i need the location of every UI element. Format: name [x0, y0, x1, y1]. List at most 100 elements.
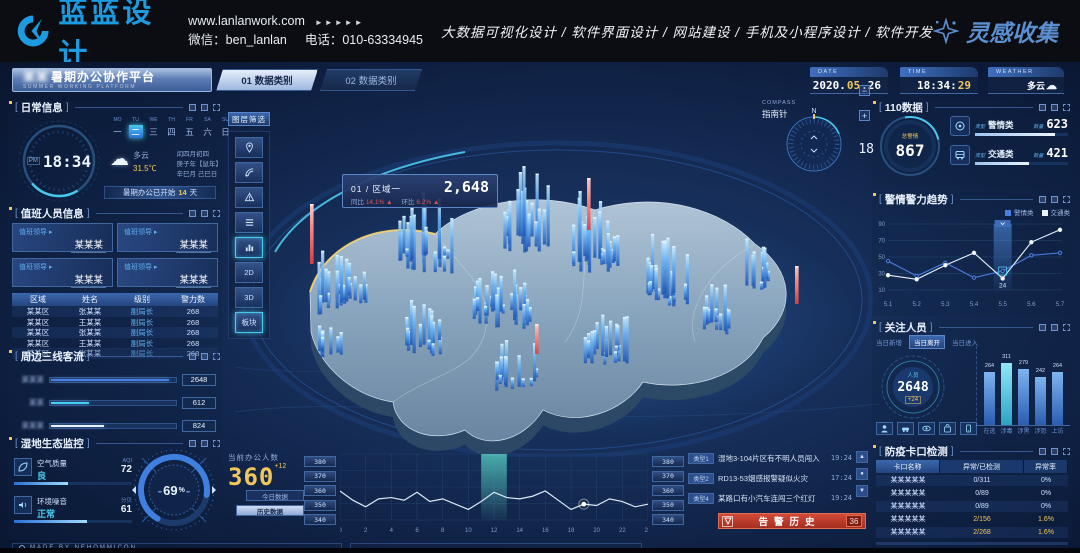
eye-icon[interactable]: [918, 422, 935, 435]
window-icon[interactable]: [201, 440, 208, 447]
scroll-up-icon[interactable]: ▲: [856, 451, 868, 463]
duty-col-header: 姓名: [64, 294, 116, 305]
weather-box: WEATHER 多云☁: [988, 67, 1064, 94]
duty-cell: 某某区: [12, 317, 64, 328]
focus-bar-column: 279涉黑: [1018, 369, 1029, 425]
alert-row[interactable]: 类型2RD13-53烟感报警疑似火灾17:24: [688, 470, 868, 486]
collection-brand[interactable]: 灵感收集: [933, 14, 1080, 48]
car-icon[interactable]: [897, 422, 914, 435]
compass-value: 18: [858, 142, 874, 157]
layer-filter: 图层筛选 2D3D板块: [228, 112, 270, 339]
yaxis-value-box: 340: [652, 514, 684, 525]
contact-info: www.lanlanwork.com►►►►► 微信：ben_lanlan电话：…: [188, 12, 441, 51]
expand-icon[interactable]: [1063, 324, 1070, 331]
collapse-icon[interactable]: [189, 353, 196, 360]
duty-card[interactable]: 值班领导 ▸某某某: [117, 258, 218, 287]
weekday-row: MO一TU二WE三TH四FR五SA六SU日: [110, 117, 233, 138]
layer-button-alarm[interactable]: [235, 187, 263, 208]
layer-button-pin[interactable]: [235, 137, 263, 158]
layer-button-chart[interactable]: [235, 237, 263, 258]
window-icon[interactable]: [201, 210, 208, 217]
collection-label: 灵感收集: [966, 14, 1058, 48]
collapse-icon[interactable]: [1039, 448, 1046, 455]
window-icon[interactable]: [1051, 196, 1058, 203]
collapse-icon[interactable]: [189, 104, 196, 111]
office-count: 当前办公人数 360+12: [228, 452, 302, 491]
corner-tick: [873, 193, 876, 196]
duty-cell: 副局长: [116, 317, 168, 328]
window-icon[interactable]: [1051, 324, 1058, 331]
history-data-button[interactable]: 历史数据: [236, 505, 304, 516]
flow-row: 某某某2648: [14, 373, 216, 386]
weekday-cell[interactable]: SA六: [200, 117, 215, 138]
expand-icon[interactable]: [1063, 196, 1070, 203]
layer-button-2D[interactable]: 2D: [235, 262, 263, 283]
weekday-cell[interactable]: MO一: [110, 117, 125, 138]
collapse-icon[interactable]: [1039, 196, 1046, 203]
zoom-out-button[interactable]: −: [859, 85, 870, 96]
panel-focus-persons: [关注人员] 当日新增当日离开当日进入 人员 2648 +24 264在逃311…: [872, 320, 1072, 440]
focus-bar: [1001, 363, 1012, 425]
alert-history-button[interactable]: 告警历史 36: [718, 513, 866, 529]
duty-card[interactable]: 值班领导 ▸某某某: [12, 223, 113, 252]
collapse-icon[interactable]: [189, 210, 196, 217]
zoom-in-button[interactable]: +: [859, 110, 870, 121]
window-icon[interactable]: [201, 353, 208, 360]
signal-icon: [244, 167, 255, 178]
header-line: [939, 327, 1033, 328]
scroll-down-icon[interactable]: ▼: [856, 485, 868, 497]
expand-icon[interactable]: [213, 440, 220, 447]
alert-text: 某路口有小汽车连闯三个红灯: [718, 493, 827, 504]
tab-data-category-1[interactable]: 01 数据类别: [216, 69, 318, 91]
dashboard: 某某 暑期办公协作平台 SUMMER WORKING PLATFORM 01 数…: [0, 62, 1080, 553]
focus-tab[interactable]: 当日新增: [876, 337, 902, 347]
svg-text:10: 10: [878, 288, 885, 294]
phone-icon[interactable]: [960, 422, 977, 435]
alert-row[interactable]: 类型1湿地3-104片区有不明人员闯入19:24: [688, 450, 868, 466]
window-icon[interactable]: [1051, 104, 1058, 111]
expand-icon[interactable]: [1063, 104, 1070, 111]
leaf-icon: [14, 458, 32, 476]
weekday-cell[interactable]: TU二: [128, 117, 143, 138]
header-line: [75, 107, 183, 108]
alert-time: 19:24: [831, 494, 852, 502]
tab-data-category-2[interactable]: 02 数据类别: [320, 69, 422, 91]
eco-gauge: -69%-: [132, 448, 216, 532]
scroll-dot-icon[interactable]: ●: [856, 468, 868, 480]
alert-row[interactable]: 类型4某路口有小汽车连闯三个红灯19:24: [688, 490, 868, 506]
focus-tab[interactable]: 当日离开: [909, 335, 945, 349]
expand-icon[interactable]: [213, 353, 220, 360]
expand-icon[interactable]: [213, 104, 220, 111]
window-icon[interactable]: [1051, 448, 1058, 455]
collapse-icon[interactable]: [189, 440, 196, 447]
layer-button-板块[interactable]: 板块: [235, 312, 263, 333]
panel-title: 日常信息: [21, 100, 63, 115]
weekday-cell[interactable]: WE三: [146, 117, 161, 138]
date-box: DATE 2020.05.26: [810, 67, 888, 94]
noise-metric: 环境噪音正常 分贝61: [14, 496, 132, 523]
duty-table-row: 某某区张某某副局长268: [12, 306, 218, 317]
weekday-cell[interactable]: TH四: [164, 117, 179, 138]
person-icon[interactable]: [876, 422, 893, 435]
collapse-icon[interactable]: [1039, 104, 1046, 111]
today-data-button[interactable]: 今日数据: [246, 490, 304, 501]
date-label: DATE: [810, 67, 888, 77]
website-link[interactable]: www.lanlanwork.com: [188, 14, 305, 28]
collapse-icon[interactable]: [1039, 324, 1046, 331]
weekday-cell[interactable]: FR五: [182, 117, 197, 138]
bag-icon[interactable]: [939, 422, 956, 435]
focus-tab[interactable]: 当日进入: [952, 337, 978, 347]
expand-icon[interactable]: [213, 210, 220, 217]
duty-card[interactable]: 值班领导 ▸某某某: [12, 258, 113, 287]
checkpoint-col-header[interactable]: 卡口名称: [876, 460, 940, 473]
expand-icon[interactable]: [1063, 448, 1070, 455]
window-icon[interactable]: [201, 104, 208, 111]
duty-card[interactable]: 值班领导 ▸某某某: [117, 223, 218, 252]
lanlan-logo-icon: [16, 11, 50, 51]
svg-text:16: 16: [542, 528, 549, 534]
layer-button-list[interactable]: [235, 212, 263, 233]
svg-text:24: 24: [999, 282, 1007, 289]
svg-text:30: 30: [878, 272, 885, 278]
layer-button-3D[interactable]: 3D: [235, 287, 263, 308]
layer-button-signal[interactable]: [235, 162, 263, 183]
